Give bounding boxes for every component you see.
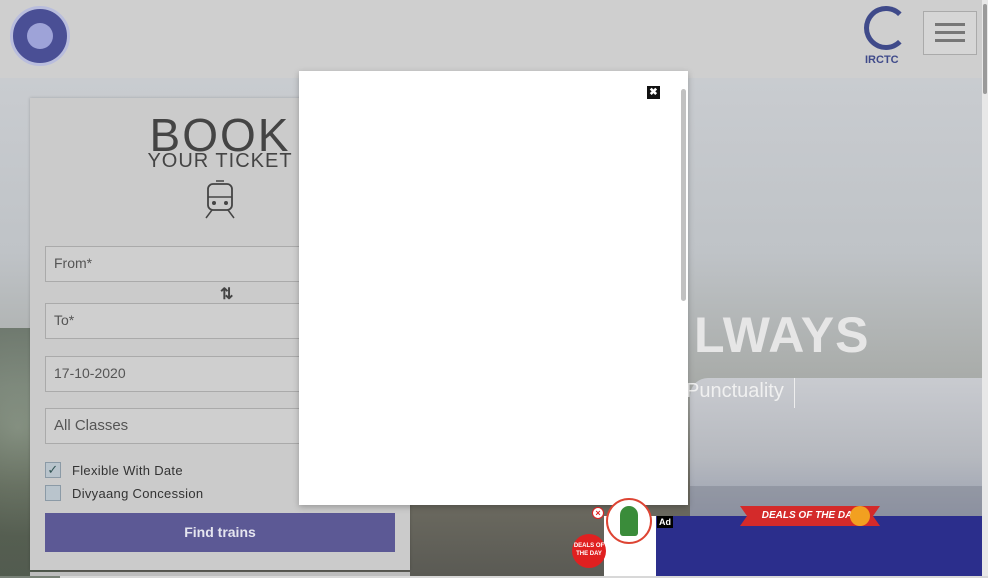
divyaang-checkbox[interactable] bbox=[45, 485, 61, 501]
ad-tag: Ad bbox=[657, 516, 673, 528]
divyaang-option[interactable]: Divyaang Concession bbox=[45, 485, 203, 501]
page-scrollbar[interactable] bbox=[982, 0, 988, 576]
flexible-date-label: Flexible With Date bbox=[72, 462, 183, 478]
modal-scrollbar[interactable] bbox=[681, 89, 686, 301]
flexible-date-checkbox[interactable]: ✓ bbox=[45, 462, 61, 478]
irctc-logo-icon[interactable]: IRCTC bbox=[860, 6, 914, 66]
disha-close-icon[interactable]: × bbox=[592, 507, 604, 519]
top-header: IRCTC bbox=[0, 0, 982, 78]
disha-agent-icon bbox=[620, 506, 638, 536]
flexible-date-option[interactable]: ✓ Flexible With Date bbox=[45, 462, 183, 478]
train-icon bbox=[205, 180, 235, 219]
disha-help-line2: Ask DISHA bbox=[607, 559, 649, 568]
hero-title: LWAYS bbox=[694, 307, 870, 363]
deals-badge-icon[interactable]: DEALS OF THE DAY bbox=[572, 534, 606, 568]
swap-stations-icon[interactable]: ⇅ bbox=[220, 284, 233, 304]
panel-footer-edge bbox=[30, 572, 410, 576]
disha-help-line1: Need Help? bbox=[607, 549, 652, 558]
hero-subtitle: Punctuality bbox=[686, 380, 784, 402]
divyaang-label: Divyaang Concession bbox=[72, 485, 204, 501]
indian-railways-logo-icon[interactable] bbox=[10, 6, 70, 66]
find-trains-button[interactable]: Find trains bbox=[45, 513, 395, 552]
hero-divider bbox=[794, 378, 795, 408]
deals-coin-icon bbox=[850, 506, 870, 526]
close-icon[interactable]: ✖ bbox=[647, 86, 660, 99]
popup-modal: ✖ bbox=[299, 71, 688, 505]
hamburger-menu-button[interactable] bbox=[923, 11, 977, 55]
irctc-label: IRCTC bbox=[865, 54, 899, 66]
disha-help-text[interactable]: Need Help? Ask DISHA bbox=[607, 549, 651, 569]
